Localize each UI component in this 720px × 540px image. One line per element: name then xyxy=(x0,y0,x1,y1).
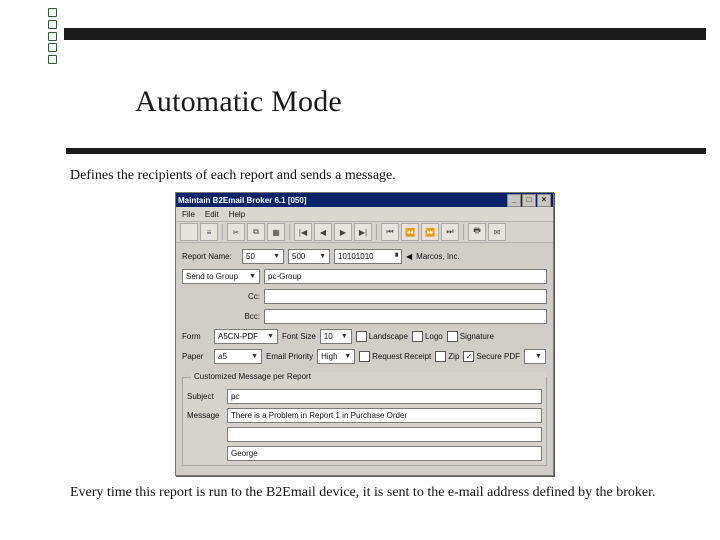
label-signature: Signature xyxy=(460,332,494,341)
label-landscape: Landscape xyxy=(369,332,408,341)
menu-help[interactable]: Help xyxy=(229,210,245,219)
label-secure-pdf: Secure PDF xyxy=(476,352,520,361)
label-logo: Logo xyxy=(425,332,443,341)
form-combo[interactable]: A5CN-PDF▼ xyxy=(214,329,278,344)
send-to-group-combo[interactable]: Send to Group▼ xyxy=(182,269,260,284)
copy-icon[interactable]: ⧉ xyxy=(247,223,265,241)
subject-input[interactable]: pc xyxy=(227,389,542,404)
print-icon[interactable]: 🖶 xyxy=(468,223,486,241)
report-code-combo[interactable]: 50▼ xyxy=(242,249,284,264)
menu-file[interactable]: File xyxy=(182,210,195,219)
label-form: Form xyxy=(182,332,210,341)
label-request-receipt: Request Receipt xyxy=(372,352,431,361)
body-line2[interactable] xyxy=(227,427,542,442)
send-to-group-input[interactable]: pc-Group xyxy=(264,269,547,284)
nav-first-icon[interactable]: |◀ xyxy=(294,223,312,241)
nav-last-icon[interactable]: ▶| xyxy=(354,223,372,241)
customer-name: Marcos, Inc. xyxy=(416,252,460,261)
logo-checkbox[interactable] xyxy=(412,331,423,342)
nav-first2-icon[interactable]: ⏮ xyxy=(381,223,399,241)
label-cc: Cc: xyxy=(182,292,260,301)
label-zip: Zip xyxy=(448,352,459,361)
bullet-icon xyxy=(48,43,57,52)
body-line1[interactable]: There is a Problem in Report 1 in Purcha… xyxy=(227,408,542,423)
nav-last2-icon[interactable]: ⏭ xyxy=(441,223,459,241)
report-num-input[interactable]: 10101010▝ xyxy=(334,249,402,264)
request-receipt-checkbox[interactable] xyxy=(359,351,370,362)
label-subject: Subject xyxy=(187,392,223,401)
slide-title: Automatic Mode xyxy=(135,85,342,119)
window-client: Report Name: 50▼ 500▼ 10101010▝ ◀ Marcos… xyxy=(176,243,553,472)
zip-checkbox[interactable] xyxy=(435,351,446,362)
window-title: Maintain B2Email Broker 6.1 [050] xyxy=(178,196,307,205)
fontsize-combo[interactable]: 10▼ xyxy=(320,329,352,344)
bullet-icon xyxy=(48,32,57,41)
maximize-button[interactable]: □ xyxy=(522,194,536,207)
open-icon[interactable]: ≡ xyxy=(200,223,218,241)
cut-icon[interactable]: ✂ xyxy=(227,223,245,241)
nav-prev-icon[interactable]: ◀ xyxy=(314,223,332,241)
label-bcc: Bcc: xyxy=(182,312,260,321)
landscape-checkbox[interactable] xyxy=(356,331,367,342)
minimize-button[interactable]: _ xyxy=(507,194,521,207)
top-divider xyxy=(64,28,706,40)
group-title: Customized Message per Report xyxy=(191,372,546,381)
paper-combo[interactable]: a5▼ xyxy=(214,349,262,364)
close-button[interactable]: × xyxy=(537,194,551,207)
window-titlebar: Maintain B2Email Broker 6.1 [050] _ □ × xyxy=(176,193,553,207)
paste-icon[interactable]: ▦ xyxy=(267,223,285,241)
label-email-priority: Email Priority xyxy=(266,352,313,361)
nav-back-icon[interactable]: ◀ xyxy=(406,252,412,261)
signature-checkbox[interactable] xyxy=(447,331,458,342)
nav-next-icon[interactable]: ▶ xyxy=(334,223,352,241)
toolbar: ≡ ✂ ⧉ ▦ |◀ ◀ ▶ ▶| ⏮ ⏪ ⏩ ⏭ 🖶 ✉ xyxy=(176,222,553,243)
body-line3[interactable]: George xyxy=(227,446,542,461)
description-top: Defines the recipients of each report an… xyxy=(70,168,396,184)
mail-icon[interactable]: ✉ xyxy=(488,223,506,241)
bcc-input[interactable] xyxy=(264,309,547,324)
label-message: Message xyxy=(187,411,223,420)
label-fontsize: Font Size xyxy=(282,332,316,341)
label-paper: Paper xyxy=(182,352,210,361)
report-batch-combo[interactable]: 500▼ xyxy=(288,249,330,264)
priority-combo[interactable]: High▼ xyxy=(317,349,355,364)
menu-bar: File Edit Help xyxy=(176,207,553,222)
slide-bullets xyxy=(46,8,58,64)
bullet-icon xyxy=(48,20,57,29)
customized-message-group: Customized Message per Report Subject pc… xyxy=(182,377,547,466)
nav-next2-icon[interactable]: ⏩ xyxy=(421,223,439,241)
app-window: Maintain B2Email Broker 6.1 [050] _ □ × … xyxy=(175,192,554,476)
description-bottom: Every time this report is run to the B2E… xyxy=(70,484,700,502)
bullet-icon xyxy=(48,8,57,17)
menu-edit[interactable]: Edit xyxy=(205,210,219,219)
new-icon[interactable] xyxy=(180,223,198,241)
label-report-name: Report Name: xyxy=(182,252,238,261)
secure-pdf-combo[interactable]: ▼ xyxy=(524,349,546,364)
secure-pdf-checkbox[interactable]: ✓ xyxy=(463,351,474,362)
cc-input[interactable] xyxy=(264,289,547,304)
mid-divider xyxy=(66,148,706,154)
bullet-icon xyxy=(48,55,57,64)
nav-prev2-icon[interactable]: ⏪ xyxy=(401,223,419,241)
